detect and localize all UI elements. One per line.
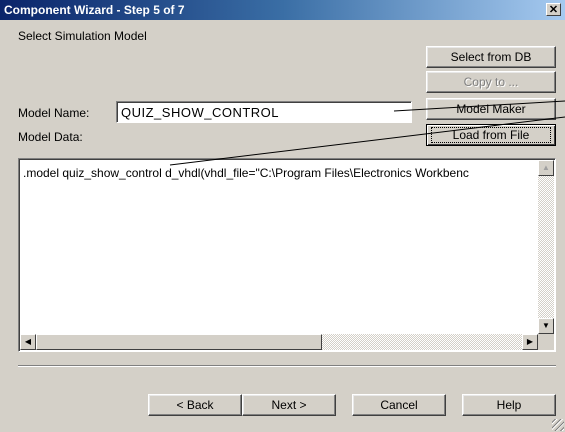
model-maker-button[interactable]: Model Maker <box>426 98 556 120</box>
resize-grip[interactable] <box>552 419 564 431</box>
separator-highlight <box>18 366 556 367</box>
copy-to-label: Copy to ... <box>463 75 519 89</box>
cancel-label: Cancel <box>380 398 418 412</box>
window-title: Component Wizard - Step 5 of 7 <box>4 3 185 17</box>
help-button[interactable]: Help <box>462 394 556 416</box>
model-name-field[interactable]: QUIZ_SHOW_CONTROL <box>116 101 412 123</box>
close-icon: ✕ <box>548 4 559 16</box>
scroll-right-button[interactable]: ▶ <box>522 334 538 350</box>
scroll-thumb[interactable] <box>36 334 322 350</box>
horizontal-scrollbar[interactable]: ◀ ▶ <box>20 334 538 350</box>
select-from-db-button[interactable]: Select from DB <box>426 46 556 68</box>
load-from-file-button[interactable]: Load from File <box>426 124 556 146</box>
help-label: Help <box>496 398 522 412</box>
vertical-scrollbar[interactable]: ▲ ▼ <box>538 160 554 334</box>
arrow-down-icon: ▼ <box>542 321 550 330</box>
model-maker-label: Model Maker <box>456 102 526 116</box>
scroll-left-button[interactable]: ◀ <box>20 334 36 350</box>
load-from-file-label: Load from File <box>452 128 530 142</box>
arrow-right-icon: ▶ <box>526 337 534 346</box>
arrow-up-icon: ▲ <box>542 163 550 172</box>
back-button[interactable]: < Back <box>148 394 242 416</box>
model-data-label: Model Data: <box>18 130 83 144</box>
arrow-left-icon: ◀ <box>24 337 32 346</box>
model-name-label: Model Name: <box>18 106 90 120</box>
close-button[interactable]: ✕ <box>546 3 561 16</box>
cancel-button[interactable]: Cancel <box>352 394 446 416</box>
scroll-up-button[interactable]: ▲ <box>538 160 554 176</box>
scroll-down-button[interactable]: ▼ <box>538 318 554 334</box>
section-label: Select Simulation Model <box>18 29 147 43</box>
back-label: < Back <box>176 398 214 412</box>
title-bar: Component Wizard - Step 5 of 7 ✕ <box>0 0 565 20</box>
scroll-corner <box>538 334 554 350</box>
model-name-value: QUIZ_SHOW_CONTROL <box>121 105 280 120</box>
model-data-textarea[interactable]: .model quiz_show_control d_vhdl(vhdl_fil… <box>18 158 556 352</box>
next-button[interactable]: Next > <box>242 394 336 416</box>
model-data-text: .model quiz_show_control d_vhdl(vhdl_fil… <box>23 166 469 180</box>
next-label: Next > <box>271 398 307 412</box>
copy-to-button[interactable]: Copy to ... <box>426 71 556 93</box>
select-from-db-label: Select from DB <box>450 50 532 64</box>
